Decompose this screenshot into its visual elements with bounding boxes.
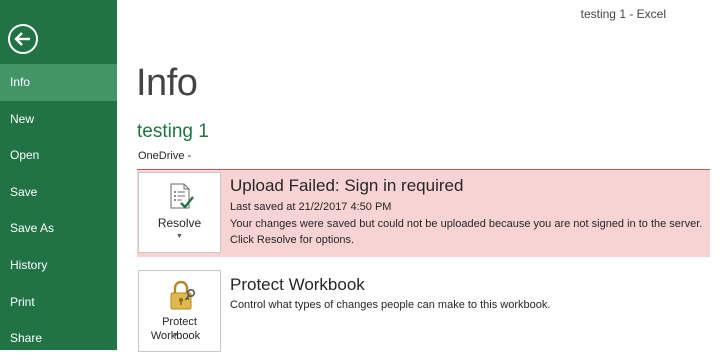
nav-item-print[interactable]: Print xyxy=(0,284,117,321)
back-button[interactable] xyxy=(7,23,39,55)
page-title: Info xyxy=(136,62,198,104)
document-name: testing 1 xyxy=(137,121,209,142)
alert-description: Your changes were saved but could not be… xyxy=(230,218,703,246)
nav-item-open[interactable]: Open xyxy=(0,137,117,174)
resolve-button-label: Resolve xyxy=(157,216,202,230)
alert-title: Upload Failed: Sign in required xyxy=(230,176,464,195)
document-checklist-icon xyxy=(170,183,194,209)
document-location: OneDrive - xyxy=(138,150,192,162)
nav-item-save-as[interactable]: Save As xyxy=(0,210,117,247)
nav-item-info[interactable]: Info xyxy=(0,64,117,101)
backstage-sidebar: Info New Open Save Save As History Print… xyxy=(0,0,117,350)
window-title: testing 1 - Excel xyxy=(580,7,666,21)
last-saved-text: Last saved at 21/2/2017 4:50 PM xyxy=(230,201,392,213)
lock-key-icon xyxy=(170,280,195,310)
nav-item-save[interactable]: Save xyxy=(0,174,117,211)
nav-item-share[interactable]: Share xyxy=(0,320,117,357)
protect-description: Control what types of changes people can… xyxy=(230,299,551,311)
protect-workbook-label-line1: Protect xyxy=(162,316,197,328)
protect-workbook-button[interactable]: Protect Workbook ▼ xyxy=(138,270,221,352)
back-arrow-icon xyxy=(8,24,38,54)
resolve-button[interactable]: Resolve ▼ xyxy=(138,172,221,253)
protect-title: Protect Workbook xyxy=(230,275,365,294)
backstage-nav: Info New Open Save Save As History Print… xyxy=(0,64,117,357)
chevron-down-icon: ▼ xyxy=(172,332,179,339)
nav-item-new[interactable]: New xyxy=(0,101,117,138)
chevron-down-icon: ▼ xyxy=(176,233,183,240)
nav-item-history[interactable]: History xyxy=(0,247,117,284)
